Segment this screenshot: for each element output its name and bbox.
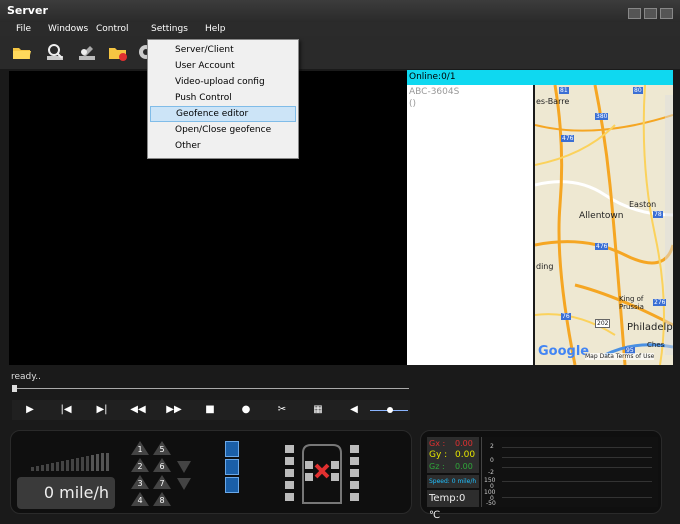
stop-icon[interactable]: ■ bbox=[192, 400, 228, 420]
graph-scale-label: -2 bbox=[488, 469, 494, 476]
play-icon[interactable]: ▶ bbox=[12, 400, 48, 420]
speed-display: 0 mile/h bbox=[17, 477, 115, 509]
map-label-chester: Ches bbox=[647, 341, 665, 349]
window-title: Server bbox=[7, 4, 48, 17]
menu-item-server-client[interactable]: Server/Client bbox=[150, 42, 296, 58]
menu-item-video-upload-config[interactable]: Video-upload config bbox=[150, 74, 296, 90]
fast-forward-icon[interactable]: ▶▶ bbox=[156, 400, 192, 420]
volume-handle[interactable] bbox=[387, 407, 393, 413]
map-label-reading: ding bbox=[536, 262, 554, 271]
menu-item-user-account[interactable]: User Account bbox=[150, 58, 296, 74]
map-label-wilkes-barre: es-Barre bbox=[536, 97, 570, 106]
menu-settings[interactable]: Settings bbox=[151, 22, 188, 36]
channel-button-7[interactable]: 7 bbox=[153, 475, 171, 489]
minimize-button[interactable] bbox=[628, 8, 641, 19]
device-item[interactable]: ABC-3604S bbox=[409, 87, 459, 97]
channel-button-5[interactable]: 5 bbox=[153, 441, 171, 455]
title-bar: Server bbox=[0, 0, 680, 22]
turn-down-icon bbox=[177, 461, 191, 473]
online-status-bar: Online:0/1 bbox=[407, 70, 673, 85]
gz-label: Gz : bbox=[429, 462, 445, 471]
channel-button-3[interactable]: 3 bbox=[131, 475, 149, 489]
channel-button-8[interactable]: 8 bbox=[153, 492, 171, 506]
settings-dropdown: Server/Client User Account Video-upload … bbox=[147, 39, 299, 159]
playback-progress[interactable] bbox=[12, 388, 409, 389]
graph-scale-label: 0 bbox=[490, 457, 494, 464]
rewind-icon[interactable]: ◀◀ bbox=[120, 400, 156, 420]
gz-value: 0.00 bbox=[455, 462, 473, 471]
vehicle-status-icon bbox=[285, 444, 359, 504]
speed-readout: Speed: 0 mile/h bbox=[427, 475, 479, 488]
channel-button-1[interactable]: 1 bbox=[131, 441, 149, 455]
route-shield: 380 bbox=[595, 113, 609, 120]
channel-buttons: 1 5 2 6 3 7 4 8 bbox=[131, 441, 211, 511]
close-button[interactable] bbox=[660, 8, 673, 19]
sensor-graph: 2 0 -2 150 0 100 0 -50 bbox=[481, 437, 658, 507]
route-shield: 80 bbox=[633, 87, 643, 94]
toolbar bbox=[0, 36, 680, 69]
route-shield: 476 bbox=[561, 135, 575, 142]
gx-label: Gx : bbox=[429, 439, 446, 448]
cut-icon[interactable]: ✂ bbox=[264, 400, 300, 420]
route-shield: 78 bbox=[653, 211, 663, 218]
graph-gridline bbox=[502, 447, 652, 448]
channel-button-4[interactable]: 4 bbox=[131, 492, 149, 506]
menu-item-open-close-geofence[interactable]: Open/Close geofence bbox=[150, 122, 296, 138]
layout-1-button[interactable] bbox=[225, 441, 239, 457]
route-shield: 76 bbox=[561, 313, 571, 320]
maximize-button[interactable] bbox=[644, 8, 657, 19]
temperature-readout: Temp:0 ℃ bbox=[427, 490, 479, 521]
progress-handle[interactable] bbox=[12, 385, 17, 392]
menu-item-geofence-editor[interactable]: Geofence editor bbox=[150, 106, 296, 122]
map-label-philadelphia: Philadelp bbox=[627, 322, 673, 333]
folder-delete-icon[interactable] bbox=[108, 42, 128, 62]
menu-item-other[interactable]: Other bbox=[150, 138, 296, 154]
menu-windows[interactable]: Windows bbox=[48, 22, 88, 36]
playback-controls: ▶ |◀ ▶| ◀◀ ▶▶ ■ ● ✂ ▦ ◀ bbox=[12, 400, 410, 420]
status-text: ready.. bbox=[11, 372, 42, 382]
google-logo: Google bbox=[538, 344, 590, 359]
route-shield: 476 bbox=[595, 243, 609, 250]
route-shield: 202 bbox=[595, 319, 611, 328]
graph-gridline bbox=[502, 457, 652, 458]
search-user-icon[interactable] bbox=[45, 42, 65, 62]
device-list[interactable]: ABC-3604S () bbox=[407, 85, 533, 365]
turn-down-icon bbox=[177, 478, 191, 490]
grid-icon[interactable]: ▦ bbox=[300, 400, 336, 420]
device-item-sub: () bbox=[409, 99, 417, 109]
gx-value: 0.00 bbox=[455, 439, 473, 448]
sensor-panel: Gx : 0.00 Gy : 0.00 Gz : 0.00 Speed: 0 m… bbox=[420, 430, 662, 521]
graph-gridline bbox=[502, 481, 652, 482]
route-shield: 81 bbox=[559, 87, 569, 94]
satellite-icon[interactable] bbox=[77, 42, 97, 62]
graph-gridline bbox=[502, 467, 652, 468]
open-folder-icon[interactable] bbox=[12, 42, 32, 62]
menu-bar: File Windows Control Settings Help bbox=[0, 22, 680, 36]
map-label-easton: Easton bbox=[629, 200, 657, 209]
graph-scale-label: -50 bbox=[486, 500, 496, 507]
dashboard-panel: 0 mile/h 1 5 2 6 3 7 4 8 bbox=[10, 430, 412, 514]
map-label-allentown: Allentown bbox=[579, 211, 624, 221]
channel-button-6[interactable]: 6 bbox=[153, 458, 171, 472]
record-icon[interactable]: ● bbox=[228, 400, 264, 420]
channel-button-2[interactable]: 2 bbox=[131, 458, 149, 472]
next-icon[interactable]: ▶| bbox=[84, 400, 120, 420]
menu-control[interactable]: Control bbox=[96, 22, 129, 36]
previous-icon[interactable]: |◀ bbox=[48, 400, 84, 420]
menu-item-push-control[interactable]: Push Control bbox=[150, 90, 296, 106]
gy-value: 0.00 bbox=[455, 450, 476, 460]
signal-bars bbox=[31, 453, 109, 471]
map-view[interactable]: es-Barre Easton Allentown ding King of P… bbox=[535, 85, 673, 365]
route-shield: 276 bbox=[653, 299, 667, 306]
graph-gridline bbox=[502, 497, 652, 498]
layout-2-button[interactable] bbox=[225, 459, 239, 475]
g-sensor-readout: Gx : 0.00 Gy : 0.00 Gz : 0.00 bbox=[427, 437, 479, 473]
graph-scale-label: 2 bbox=[490, 443, 494, 450]
volume-icon[interactable]: ◀ bbox=[336, 400, 372, 420]
map-footer[interactable]: Map Data Terms of Use bbox=[585, 353, 655, 360]
layout-3-button[interactable] bbox=[225, 477, 239, 493]
gy-label: Gy : bbox=[429, 450, 448, 460]
menu-file[interactable]: File bbox=[16, 22, 31, 36]
menu-help[interactable]: Help bbox=[205, 22, 226, 36]
